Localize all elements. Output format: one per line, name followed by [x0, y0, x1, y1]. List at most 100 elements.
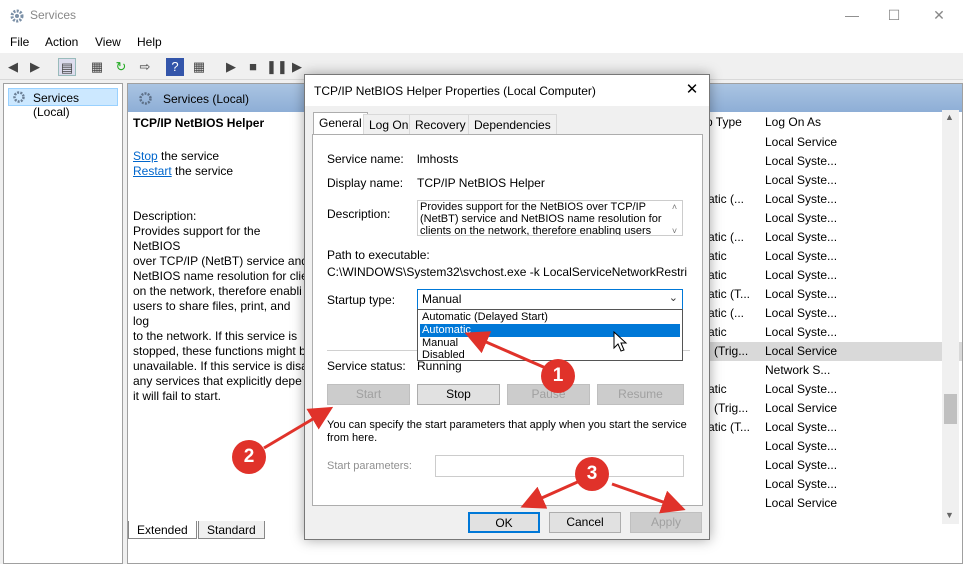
log-on-as-cell: Local Syste... [765, 477, 838, 491]
startup-type-dropdown: Automatic (Delayed Start) Automatic Manu… [417, 309, 683, 361]
tab-general[interactable]: General [313, 112, 368, 135]
service-description-panel: TCP/IP NetBIOS Helper Stop the service R… [133, 116, 308, 404]
start-button[interactable]: Start [327, 384, 410, 405]
start-parameters-input[interactable] [435, 455, 684, 477]
stop-service-link[interactable]: Stop [133, 149, 158, 163]
ok-button[interactable]: OK [468, 512, 540, 533]
table-row[interactable]: lLocal Service [706, 494, 962, 513]
table-row[interactable]: l (Trig... Local Service [706, 342, 962, 361]
cancel-button[interactable]: Cancel [549, 512, 621, 533]
description-scrollbar[interactable]: ˄ ˅ [667, 201, 682, 235]
log-on-as-cell: Local Syste... [765, 154, 838, 168]
log-on-as-cell: Local Syste... [765, 382, 838, 396]
step-badge-3: 3 [575, 457, 609, 491]
startup-type-cell: atic (T... [708, 287, 751, 301]
table-row[interactable]: lLocal Syste... [706, 437, 962, 456]
step-badge-1: 1 [541, 359, 575, 393]
menu-file[interactable]: File [10, 35, 29, 49]
forward-icon[interactable]: ▶ [26, 58, 44, 76]
tab-extended[interactable]: Extended [128, 521, 197, 539]
menu-help[interactable]: Help [137, 35, 162, 49]
log-on-as-cell: Local Syste... [765, 420, 838, 434]
startup-type-cell: atic [708, 268, 727, 282]
start-service-icon[interactable]: ▶ [222, 58, 240, 76]
startup-type-label: Startup type: [327, 293, 396, 307]
table-row[interactable]: lLocal Syste... [706, 171, 962, 190]
description-box[interactable]: Provides support for the NetBIOS over TC… [417, 200, 683, 236]
vertical-scrollbar[interactable]: ▲ ▼ [942, 110, 959, 524]
log-on-as-cell: Local Service [765, 135, 838, 149]
table-row[interactable]: lLocal Syste... [706, 152, 962, 171]
table-row[interactable]: atic Local Syste... [706, 266, 962, 285]
table-row[interactable]: atic (... Local Syste... [706, 304, 962, 323]
apply-button[interactable]: Apply [630, 512, 702, 533]
table-row[interactable]: atic (... Local Syste... [706, 190, 962, 209]
tab-log-on[interactable]: Log On [363, 114, 415, 134]
back-icon[interactable]: ◀ [4, 58, 22, 76]
table-row[interactable]: atic Local Syste... [706, 380, 962, 399]
dialog-title-bar: TCP/IP NetBIOS Helper Properties (Local … [305, 75, 709, 106]
table-row[interactable]: atic (T... Local Syste... [706, 285, 962, 304]
stop-service-icon[interactable]: ■ [244, 58, 262, 76]
column-startup-type[interactable]: p Type [706, 115, 742, 129]
general-tab-panel: Service name: lmhosts Display name: TCP/… [312, 134, 703, 506]
maximize-icon[interactable]: ☐ [871, 0, 917, 31]
export-list-icon[interactable]: ⇨ [136, 58, 154, 76]
pause-service-icon[interactable]: ❚❚ [266, 58, 288, 76]
menu-action[interactable]: Action [45, 35, 78, 49]
close-icon[interactable]: ✕ [680, 79, 704, 101]
restart-suffix: the service [171, 164, 234, 178]
refresh-icon[interactable]: ↻ [112, 58, 130, 76]
stop-button[interactable]: Stop [417, 384, 500, 405]
table-row[interactable]: atic (... Local Syste... [706, 228, 962, 247]
dialog-title: TCP/IP NetBIOS Helper Properties (Local … [314, 84, 596, 98]
table-row[interactable]: lLocal Syste... [706, 456, 962, 475]
log-on-as-cell: Local Syste... [765, 439, 838, 453]
table-row[interactable]: lNetwork S... [706, 361, 962, 380]
chevron-down-icon: ⌄ [668, 292, 678, 304]
startup-type-cell: l (Trig... [708, 401, 749, 415]
option-automatic[interactable]: Automatic [420, 324, 680, 337]
scroll-down-icon[interactable]: ▼ [945, 510, 954, 520]
startup-type-cell: atic (... [708, 192, 745, 206]
table-row[interactable]: atic Local Syste... [706, 247, 962, 266]
resume-button[interactable]: Resume [597, 384, 684, 405]
startup-type-cell: atic [708, 325, 727, 339]
step-badge-2: 2 [232, 440, 266, 474]
window-title: Services [30, 8, 77, 22]
log-on-as-cell: Local Syste... [765, 249, 838, 263]
pane-header-title: Services (Local) [163, 92, 250, 106]
close-icon[interactable]: ✕ [916, 0, 962, 31]
minimize-icon[interactable]: — [829, 0, 875, 31]
startup-type-value: Manual [422, 292, 462, 306]
column-log-on-as[interactable]: Log On As [765, 115, 821, 129]
help-icon[interactable]: ? [166, 58, 184, 76]
console-icon[interactable]: ▦ [190, 58, 208, 76]
tree-item-label: Services (Local) [33, 91, 80, 119]
selected-service-name: TCP/IP NetBIOS Helper [133, 116, 265, 130]
table-row[interactable]: atic (T... Local Syste... [706, 418, 962, 437]
startup-type-cell: atic (... [708, 306, 745, 320]
table-row[interactable]: lLocal Service [706, 133, 962, 152]
scrollbar-thumb[interactable] [944, 394, 957, 424]
option-automatic-delayed[interactable]: Automatic (Delayed Start) [420, 311, 680, 324]
startup-type-cell: atic (... [708, 230, 745, 244]
table-row[interactable]: lLocal Syste... [706, 475, 962, 494]
stop-suffix: the service [157, 149, 220, 163]
tree-item-services-local[interactable]: Services (Local) [8, 88, 118, 119]
show-hide-tree-icon[interactable]: ▤ [58, 58, 76, 76]
scroll-up-icon[interactable]: ▲ [945, 112, 954, 122]
title-bar: Services — ☐ ✕ [0, 0, 963, 31]
startup-type-cell: l (Trig... [708, 344, 749, 358]
menu-view[interactable]: View [95, 35, 121, 49]
table-row[interactable]: lLocal Syste... [706, 209, 962, 228]
restart-service-link[interactable]: Restart [133, 164, 172, 178]
startup-type-select[interactable]: Manual ⌄ [417, 289, 683, 310]
tab-standard[interactable]: Standard [198, 521, 265, 539]
service-status-label: Service status: [327, 359, 406, 373]
properties-icon[interactable]: ▦ [88, 58, 106, 76]
tab-recovery[interactable]: Recovery [409, 114, 472, 134]
tab-dependencies[interactable]: Dependencies [468, 114, 557, 134]
table-row[interactable]: atic Local Syste... [706, 323, 962, 342]
table-row[interactable]: l (Trig... Local Service [706, 399, 962, 418]
